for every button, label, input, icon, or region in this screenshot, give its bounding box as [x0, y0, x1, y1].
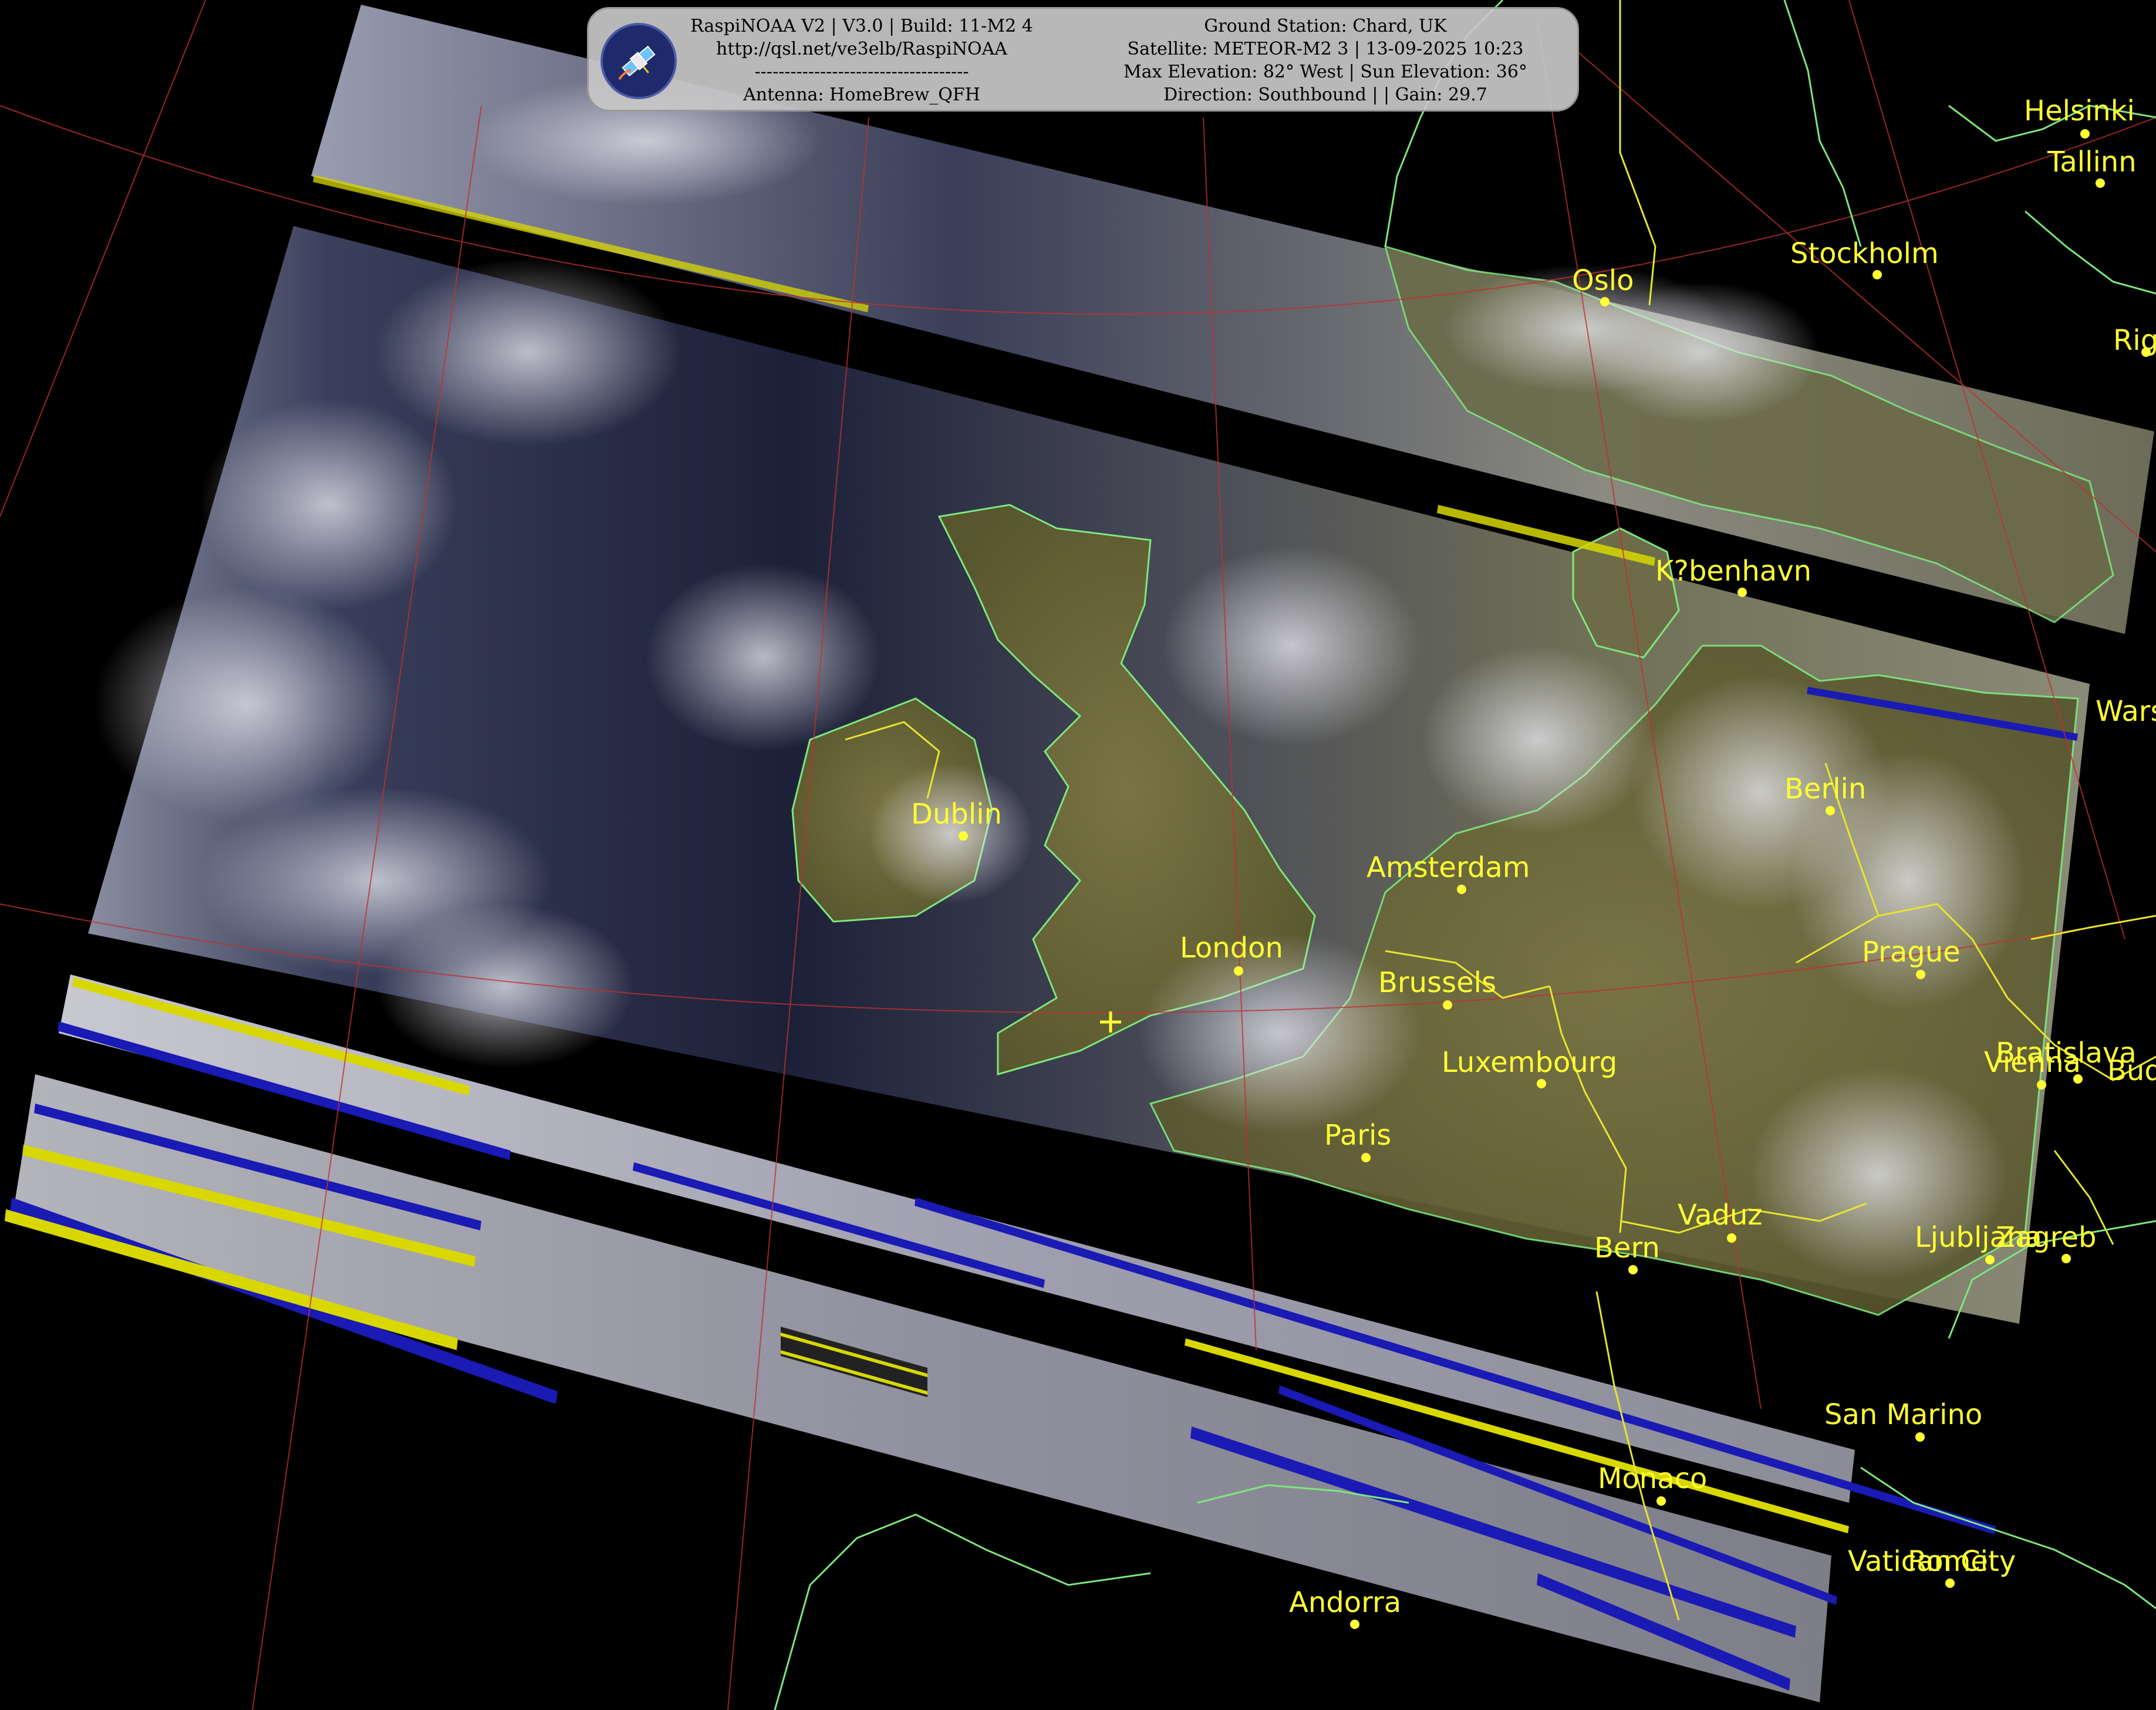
svg-text:London: London: [1180, 932, 1283, 964]
svg-text:Helsinki: Helsinki: [2024, 95, 2135, 127]
svg-text:Budapest: Budapest: [2107, 1054, 2156, 1087]
svg-text:Vaduz: Vaduz: [1678, 1199, 1763, 1232]
city-stockholm: Stockholm: [1790, 237, 1939, 279]
svg-text:Paris: Paris: [1324, 1119, 1391, 1152]
app-version-text: RaspiNOAA V2 | V3.0 | Build: 11-M2 4: [690, 16, 1033, 36]
pass-info-panel: RaspiNOAA V2 | V3.0 | Build: 11-M2 4 htt…: [587, 7, 1579, 112]
svg-text:K?benhavn: K?benhavn: [1655, 555, 1811, 588]
svg-text:Warsaw: Warsaw: [2096, 695, 2156, 728]
satellite-map: Helsinki Tallinn Stockholm Oslo Riga K?b…: [0, 0, 2156, 1710]
svg-text:Prague: Prague: [1862, 936, 1961, 969]
svg-text:Dublin: Dublin: [911, 798, 1002, 831]
svg-text:Riga: Riga: [2113, 324, 2156, 357]
ground-station-text: Ground Station: Chard, UK: [1204, 16, 1447, 36]
svg-text:Brussels: Brussels: [1378, 966, 1496, 999]
antenna-text: Antenna: HomeBrew_QFH: [743, 85, 980, 105]
svg-text:Monaco: Monaco: [1598, 1462, 1707, 1495]
city-tallinn: Tallinn: [2047, 146, 2137, 188]
city-riga: Riga: [2113, 324, 2156, 357]
svg-text:Tallinn: Tallinn: [2047, 146, 2137, 178]
svg-text:Rome: Rome: [1908, 1545, 1988, 1578]
city-warsaw: Warsaw: [2096, 695, 2156, 728]
city-andorra: Andorra: [1289, 1586, 1401, 1629]
divider-text: ------------------------------------: [754, 62, 969, 82]
svg-text:Bern: Bern: [1594, 1232, 1660, 1264]
direction-gain-text: Direction: Southbound | | Gain: 29.7: [1163, 85, 1487, 105]
svg-text:Stockholm: Stockholm: [1790, 237, 1939, 270]
satellite-icon: [600, 23, 677, 99]
elevation-text: Max Elevation: 82° West | Sun Elevation:…: [1123, 62, 1527, 82]
city-bern: Bern: [1594, 1232, 1660, 1274]
city-san-marino: San Marino: [1824, 1398, 1982, 1442]
satellite-text: Satellite: METEOR-M2 3 | 13-09-2025 10:2…: [1127, 39, 1524, 59]
city-rome: Rome: [1908, 1545, 1988, 1578]
svg-text:San Marino: San Marino: [1824, 1398, 1982, 1431]
city-budapest: Budapest: [2107, 1054, 2156, 1087]
svg-text:Berlin: Berlin: [1784, 773, 1866, 805]
info-left-column: RaspiNOAA V2 | V3.0 | Build: 11-M2 4 htt…: [689, 15, 1035, 106]
app-url-text: http://qsl.net/ve3elb/RaspiNOAA: [716, 39, 1007, 59]
svg-text:Zagreb: Zagreb: [1996, 1221, 2096, 1254]
svg-text:Luxembourg: Luxembourg: [1442, 1046, 1617, 1079]
svg-text:Andorra: Andorra: [1289, 1586, 1401, 1619]
info-right-column: Ground Station: Chard, UK Satellite: MET…: [1082, 15, 1569, 106]
svg-text:Oslo: Oslo: [1572, 264, 1634, 297]
svg-text:Amsterdam: Amsterdam: [1367, 851, 1530, 884]
